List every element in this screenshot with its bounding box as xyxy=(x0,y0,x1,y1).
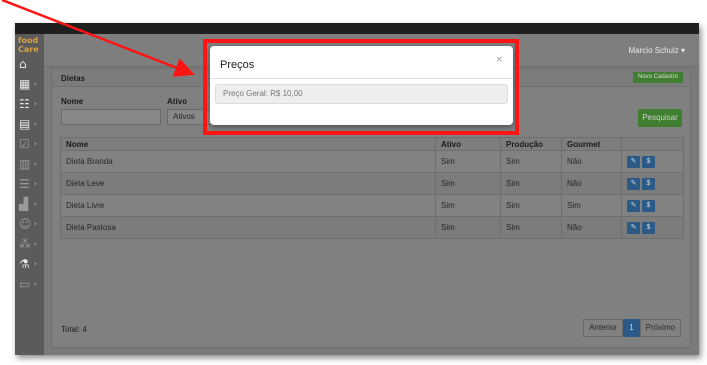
arrow-line xyxy=(1,0,195,77)
annotation-arrow xyxy=(1,0,195,77)
